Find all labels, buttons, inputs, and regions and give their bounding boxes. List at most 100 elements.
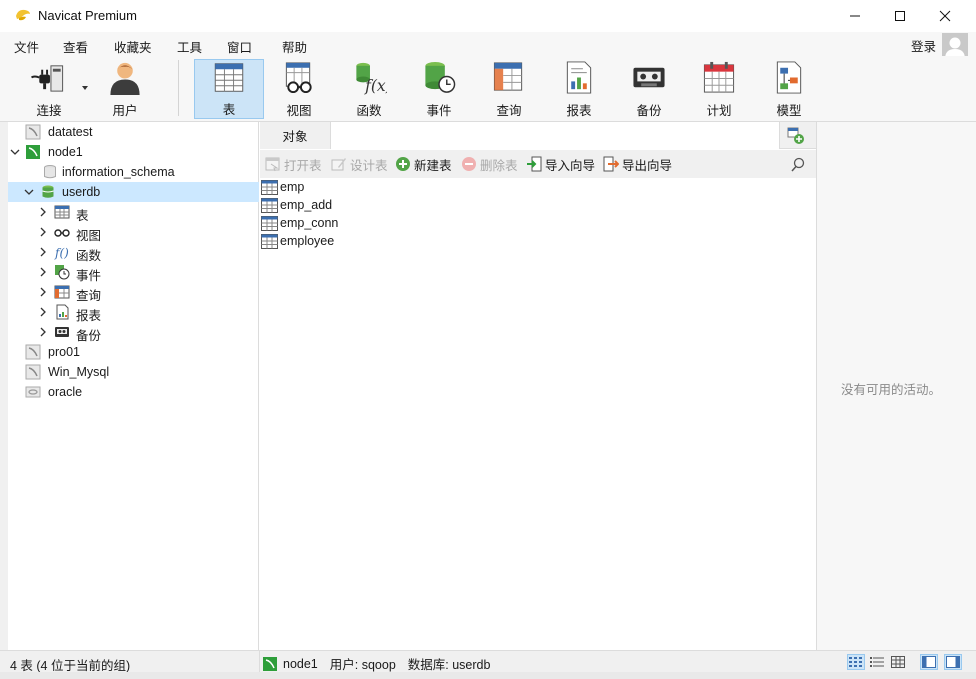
tree-item-views[interactable]: 视图 — [8, 222, 259, 243]
report-button[interactable]: 报表 — [548, 59, 610, 119]
table-item-emp[interactable]: emp — [260, 178, 304, 196]
function-button[interactable]: f(x) 函数 — [338, 59, 400, 119]
tree-item-pro01[interactable]: pro01 — [8, 342, 259, 362]
panel-left-icon — [922, 656, 936, 668]
chevron-right-icon[interactable] — [38, 227, 48, 237]
chevron-right-icon[interactable] — [38, 287, 48, 297]
toggle-navigator-button[interactable] — [920, 654, 938, 670]
schedule-calendar-icon — [703, 61, 735, 93]
view-button[interactable]: 视图 — [268, 59, 330, 119]
design-table-button[interactable]: 设计表 — [331, 156, 388, 173]
function-icon: f(x) — [356, 62, 387, 95]
tree-item-tables[interactable]: 表 — [8, 202, 259, 223]
tree-item-userdb[interactable]: userdb — [8, 182, 259, 202]
er-view-button[interactable] — [889, 654, 907, 670]
table-button[interactable]: 表 — [194, 59, 264, 119]
chevron-right-icon[interactable] — [38, 307, 48, 317]
chevron-right-icon[interactable] — [38, 247, 48, 257]
status-database: 数据库: userdb — [407, 658, 491, 672]
table-icon — [261, 215, 278, 231]
tree-item-oracle[interactable]: oracle — [8, 382, 259, 402]
tree-item-functions[interactable]: f() 函数 — [8, 242, 259, 263]
menu-bar: 文件 查看 收藏夹 工具 窗口 帮助 — [0, 32, 976, 56]
tree-item-events[interactable]: 事件 — [8, 262, 259, 283]
backup-button[interactable]: 备份 — [618, 59, 680, 119]
report-icon — [56, 304, 69, 320]
add-tab-icon[interactable] — [786, 126, 806, 146]
menu-view[interactable]: 查看 — [63, 37, 88, 56]
maximize-icon — [895, 11, 905, 21]
import-wizard-button[interactable]: 导入向导 — [526, 156, 595, 173]
tree-item-information-schema[interactable]: information_schema — [8, 162, 259, 182]
table-item-emp-conn[interactable]: emp_conn — [260, 214, 338, 232]
open-table-button[interactable]: 打开表 — [265, 156, 322, 173]
toggle-info-pane-button[interactable] — [944, 654, 962, 670]
oracle-connection-icon — [25, 386, 41, 398]
tree-item-datatest[interactable]: datatest — [8, 122, 259, 142]
export-wizard-button[interactable]: 导出向导 — [603, 156, 673, 173]
new-table-icon — [396, 157, 410, 171]
menu-help[interactable]: 帮助 — [282, 37, 307, 56]
chevron-right-icon[interactable] — [38, 207, 48, 217]
table-icon — [261, 197, 278, 213]
detail-view-button[interactable] — [868, 654, 886, 670]
view-glasses-icon — [285, 62, 312, 94]
tree-item-backups[interactable]: 备份 — [8, 322, 259, 343]
event-clock-icon — [425, 61, 456, 93]
user-button[interactable]: 用户 — [94, 59, 156, 119]
tree-item-node1[interactable]: node1 — [8, 142, 259, 162]
open-table-icon — [265, 157, 280, 172]
menu-file[interactable]: 文件 — [14, 37, 39, 56]
chevron-right-icon[interactable] — [38, 327, 48, 337]
minimize-button[interactable] — [832, 0, 878, 32]
menu-tools[interactable]: 工具 — [177, 37, 202, 56]
grid-view-icon — [891, 656, 905, 668]
mysql-connection-open-icon — [26, 145, 40, 159]
tree-item-win-mysql[interactable]: Win_Mysql — [8, 362, 259, 382]
report-label: 报表 — [566, 104, 592, 118]
connection-button[interactable]: 连接 — [18, 59, 80, 119]
tree-item-queries[interactable]: 查询 — [8, 282, 259, 303]
table-item-emp-add[interactable]: emp_add — [260, 196, 332, 214]
backup-label: 备份 — [636, 104, 662, 118]
backup-tape-icon — [55, 327, 69, 337]
maximize-button[interactable] — [877, 0, 923, 32]
login-link[interactable]: 登录 — [911, 36, 936, 55]
event-clock-icon — [55, 265, 70, 280]
export-icon — [603, 156, 619, 172]
menu-window[interactable]: 窗口 — [227, 37, 252, 56]
table-item-employee[interactable]: employee — [260, 232, 334, 250]
tab-objects[interactable]: 对象 — [260, 122, 331, 149]
chevron-down-icon[interactable] — [24, 187, 34, 197]
status-connection: node1 — [283, 656, 318, 671]
tree-item-reports[interactable]: 报表 — [8, 302, 259, 323]
delete-table-icon — [462, 157, 476, 171]
table-item-label: emp_add — [280, 198, 333, 212]
new-table-button[interactable]: 新建表 — [395, 156, 452, 173]
search-icon[interactable] — [790, 157, 806, 173]
close-button[interactable] — [922, 0, 968, 32]
chevron-down-icon[interactable] — [10, 147, 20, 157]
schedule-button[interactable]: 计划 — [688, 59, 750, 119]
user-label: 用户 — [112, 104, 138, 118]
toolbar-separator — [178, 60, 179, 116]
chevron-down-icon[interactable] — [82, 86, 88, 90]
list-view-button[interactable] — [847, 654, 865, 670]
model-icon — [776, 61, 802, 94]
delete-table-button[interactable]: 删除表 — [461, 156, 518, 173]
new-table-label: 新建表 — [414, 158, 452, 173]
tree-item-label: userdb — [62, 185, 101, 199]
desktop-behind — [0, 672, 976, 679]
connection-info: node1 用户: sqoop 数据库: userdb — [262, 654, 502, 673]
list-view-icon — [849, 657, 862, 667]
query-button[interactable]: 查询 — [478, 59, 540, 119]
event-button[interactable]: 事件 — [408, 59, 470, 119]
table-icon — [214, 63, 244, 92]
menu-favorites[interactable]: 收藏夹 — [114, 37, 152, 56]
no-activity-text: 没有可用的活动。 — [841, 383, 942, 397]
model-button[interactable]: 模型 — [758, 59, 820, 119]
chevron-right-icon[interactable] — [38, 267, 48, 277]
table-item-label: emp_conn — [280, 216, 339, 230]
query-label: 查询 — [496, 104, 522, 118]
export-wizard-label: 导出向导 — [622, 158, 673, 173]
